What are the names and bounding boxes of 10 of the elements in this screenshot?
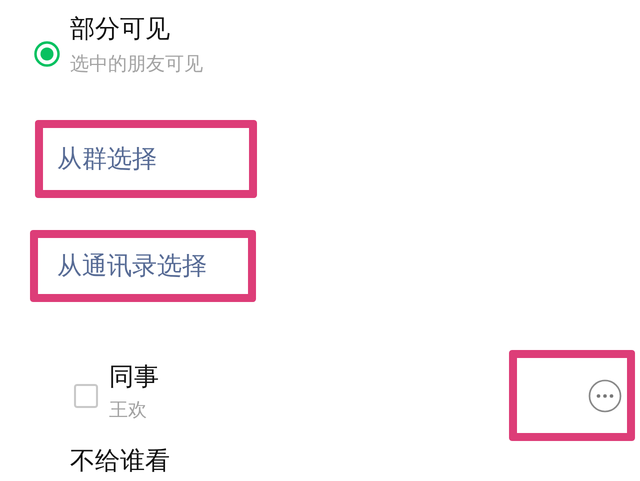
option-title: 不给谁看 (70, 447, 171, 475)
more-icon[interactable] (588, 378, 622, 412)
option-subtitle: 选中的朋友可见 (70, 52, 203, 76)
tag-name: 同事 (109, 362, 159, 392)
link[interactable]: 从通讯录选择 (57, 247, 207, 285)
checkbox[interactable] (74, 384, 98, 408)
link[interactable]: 从群选择 (57, 140, 157, 178)
option-title: 部分可见 (70, 14, 171, 44)
tag-members: 王欢 (109, 398, 148, 422)
radio-button[interactable] (34, 41, 60, 67)
